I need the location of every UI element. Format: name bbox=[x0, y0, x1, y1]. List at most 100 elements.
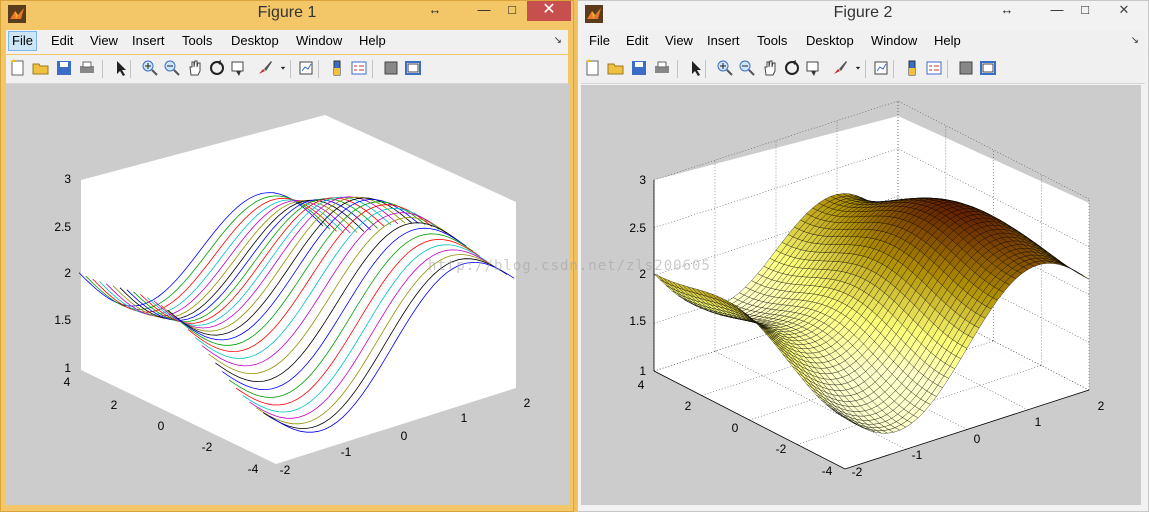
menu-edit[interactable]: Edit bbox=[622, 33, 652, 48]
y-tick-m2: -2 bbox=[202, 440, 213, 454]
y-tick-0: 0 bbox=[158, 419, 165, 433]
toolbar bbox=[581, 55, 1145, 84]
z-tick-2: 2 bbox=[64, 266, 71, 280]
maximize-button[interactable]: □ bbox=[499, 1, 525, 21]
print-icon[interactable] bbox=[78, 59, 96, 77]
plot-1[interactable]: 3 2.5 2 1.5 1 4 2 0 -2 -4 -2 -1 0 1 2 bbox=[6, 84, 569, 505]
save-icon[interactable] bbox=[55, 59, 73, 77]
data-cursor-icon[interactable] bbox=[805, 59, 823, 77]
figure-2-window: Figure 2 ↔ — □ ✕ File Edit View Insert T… bbox=[577, 0, 1149, 512]
legend-icon[interactable] bbox=[925, 59, 943, 77]
z-axis: 3 2.5 2 1.5 1 bbox=[54, 172, 71, 375]
close-button[interactable]: ✕ bbox=[1100, 1, 1148, 21]
brush-dropdown-icon[interactable] bbox=[853, 59, 863, 77]
figure-canvas[interactable]: 3 2.5 2 1.5 1 4 2 0 -2 -4 -2 -1 0 1 2 bbox=[581, 85, 1141, 505]
toolbar-separator bbox=[102, 60, 103, 78]
toolbar-separator bbox=[705, 60, 706, 78]
toolbar-separator bbox=[677, 60, 678, 78]
hide-plot-tools-icon[interactable] bbox=[957, 59, 975, 77]
y-tick-4: 4 bbox=[64, 375, 71, 389]
toolbar-separator bbox=[130, 60, 131, 78]
menu-file[interactable]: File bbox=[585, 33, 614, 48]
x-tick-1: 1 bbox=[1035, 415, 1042, 429]
pan-icon[interactable] bbox=[761, 59, 779, 77]
menu-view[interactable]: View bbox=[86, 33, 122, 48]
toolbar-separator bbox=[372, 60, 373, 78]
y-tick-m4: -4 bbox=[248, 462, 259, 476]
toolbar-separator bbox=[290, 60, 291, 78]
menu-insert[interactable]: Insert bbox=[703, 33, 744, 48]
menu-tools[interactable]: Tools bbox=[753, 33, 791, 48]
menu-tools[interactable]: Tools bbox=[178, 33, 216, 48]
menu-insert[interactable]: Insert bbox=[128, 33, 169, 48]
pointer-icon[interactable] bbox=[112, 59, 130, 77]
link-plot-icon[interactable] bbox=[873, 59, 891, 77]
menu-desktop[interactable]: Desktop bbox=[227, 33, 283, 48]
x-tick-m1: -1 bbox=[341, 445, 352, 459]
z-tick-3: 3 bbox=[64, 172, 71, 186]
open-file-icon[interactable] bbox=[32, 59, 50, 77]
restore-arrow-button[interactable]: ↔ bbox=[426, 1, 444, 21]
menu-help[interactable]: Help bbox=[355, 33, 390, 48]
menu-bar: File Edit View Insert Tools Desktop Wind… bbox=[581, 30, 1145, 54]
print-icon[interactable] bbox=[653, 59, 671, 77]
data-cursor-icon[interactable] bbox=[230, 59, 248, 77]
pan-icon[interactable] bbox=[186, 59, 204, 77]
open-file-icon[interactable] bbox=[607, 59, 625, 77]
x-tick-0: 0 bbox=[401, 429, 408, 443]
zoom-in-icon[interactable] bbox=[141, 59, 159, 77]
zoom-in-icon[interactable] bbox=[716, 59, 734, 77]
close-button[interactable]: ✕ bbox=[527, 1, 571, 21]
dock-arrow-icon[interactable]: ↘ bbox=[554, 35, 562, 46]
new-figure-icon[interactable] bbox=[584, 59, 602, 77]
brush-icon[interactable] bbox=[831, 59, 849, 77]
minimize-button[interactable]: — bbox=[1044, 1, 1070, 21]
legend-icon[interactable] bbox=[350, 59, 368, 77]
x-tick-2: 2 bbox=[524, 396, 531, 410]
show-plot-tools-icon[interactable] bbox=[404, 59, 422, 77]
rotate-3d-icon[interactable] bbox=[783, 59, 801, 77]
zoom-out-icon[interactable] bbox=[163, 59, 181, 77]
y-tick-2: 2 bbox=[685, 399, 692, 413]
figure-canvas[interactable]: 3 2.5 2 1.5 1 4 2 0 -2 -4 -2 -1 0 1 2 bbox=[6, 84, 569, 505]
toolbar bbox=[6, 55, 568, 84]
brush-icon[interactable] bbox=[256, 59, 274, 77]
toolbar-separator bbox=[893, 60, 894, 78]
pointer-icon[interactable] bbox=[687, 59, 705, 77]
x-tick-m1: -1 bbox=[912, 448, 923, 462]
plot-2[interactable]: 3 2.5 2 1.5 1 4 2 0 -2 -4 -2 -1 0 1 2 bbox=[581, 85, 1141, 505]
menu-window[interactable]: Window bbox=[292, 33, 346, 48]
title-bar[interactable]: Figure 1 ↔ — □ ✕ bbox=[1, 1, 573, 29]
brush-dropdown-icon[interactable] bbox=[278, 59, 288, 77]
menu-desktop[interactable]: Desktop bbox=[802, 33, 858, 48]
z-tick-1.5: 1.5 bbox=[629, 314, 646, 328]
minimize-button[interactable]: — bbox=[471, 1, 497, 21]
toolbar-separator bbox=[318, 60, 319, 78]
menu-edit[interactable]: Edit bbox=[47, 33, 77, 48]
watermark: http://blog.csdn.net/zls200605 bbox=[428, 258, 711, 274]
hide-plot-tools-icon[interactable] bbox=[382, 59, 400, 77]
axes-box bbox=[81, 115, 516, 464]
restore-arrow-button[interactable]: ↔ bbox=[998, 1, 1016, 21]
save-icon[interactable] bbox=[630, 59, 648, 77]
title-bar[interactable]: Figure 2 ↔ — □ ✕ bbox=[578, 1, 1148, 29]
menu-file[interactable]: File bbox=[8, 31, 37, 51]
link-plot-icon[interactable] bbox=[298, 59, 316, 77]
menu-help[interactable]: Help bbox=[930, 33, 965, 48]
toolbar-separator bbox=[865, 60, 866, 78]
menu-view[interactable]: View bbox=[661, 33, 697, 48]
menu-window[interactable]: Window bbox=[867, 33, 921, 48]
colorbar-icon[interactable] bbox=[328, 59, 346, 77]
new-figure-icon[interactable] bbox=[9, 59, 27, 77]
colorbar-icon[interactable] bbox=[903, 59, 921, 77]
menu-bar: File Edit View Insert Tools Desktop Wind… bbox=[6, 30, 568, 54]
show-plot-tools-icon[interactable] bbox=[979, 59, 997, 77]
zoom-out-icon[interactable] bbox=[738, 59, 756, 77]
maximize-button[interactable]: □ bbox=[1072, 1, 1098, 21]
y-tick-m2: -2 bbox=[776, 442, 787, 456]
x-tick-m2: -2 bbox=[852, 465, 863, 479]
rotate-3d-icon[interactable] bbox=[208, 59, 226, 77]
z-tick-1: 1 bbox=[639, 364, 646, 378]
x-tick-0: 0 bbox=[974, 432, 981, 446]
dock-arrow-icon[interactable]: ↘ bbox=[1131, 35, 1139, 46]
